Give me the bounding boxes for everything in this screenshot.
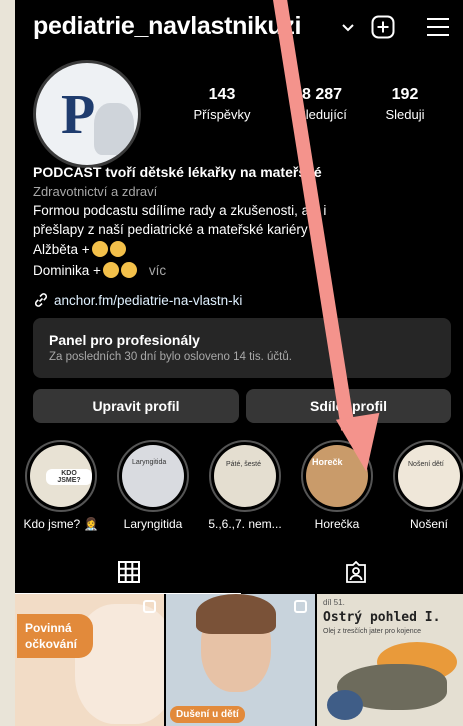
post-title: Povinná očkování <box>17 614 93 658</box>
stat-following-label: Sleduji <box>385 107 425 122</box>
highlight-nemoci[interactable]: Páté, šesté 5.,6.,7. nem... <box>201 440 289 531</box>
multiple-images-icon <box>143 600 156 613</box>
highlight-label: Horečka <box>314 517 360 531</box>
child-emoji-icon <box>120 262 137 278</box>
bio-link-text: anchor.fm/pediatrie-na-vlastn-ki <box>54 292 243 308</box>
stat-following-count: 192 <box>391 86 419 103</box>
highlight-thumbnail: Páté, šesté <box>214 445 276 507</box>
bio-name: PODCAST tvoří dětské lékařky na mateřské <box>33 164 322 180</box>
highlight-ring: Páté, šesté <box>209 440 281 512</box>
menu-icon[interactable] <box>426 16 450 38</box>
highlight-thumbnail: Laryngitida <box>122 445 184 507</box>
panel-title: Panel pro profesionály <box>49 332 200 348</box>
tagged-person-icon[interactable] <box>345 561 367 583</box>
stat-following[interactable]: 192 Sleduji <box>365 86 445 122</box>
bio-more-link[interactable]: víc <box>149 263 166 278</box>
post-thumbnail-duseni[interactable]: Dušení u dětí <box>166 594 315 726</box>
bio-line-3: Alžběta + <box>33 241 126 257</box>
child-emoji-icon <box>102 262 119 278</box>
highlight-label: Laryngitida <box>123 517 183 531</box>
highlight-ring: Laryngitida <box>117 440 189 512</box>
link-icon <box>34 293 48 307</box>
bio-line-1: Formou podcastu sdílíme rady a zkušenost… <box>33 203 327 218</box>
avatar-doll-figure <box>94 103 134 155</box>
highlight-ring: KDO JSME? <box>25 440 97 512</box>
annotation-arrow-head <box>335 412 389 476</box>
bio-line-4-text: Dominika + <box>33 263 101 278</box>
highlight-laryngitida[interactable]: Laryngitida Laryngitida <box>109 440 197 531</box>
highlight-noseni[interactable]: Nošení dětí Nošení <box>385 440 463 531</box>
highlight-thumb-text: KDO JSME? <box>46 469 92 485</box>
edit-profile-button[interactable]: Upravit profil <box>33 389 239 423</box>
panel-subtitle: Za posledních 30 dní bylo osloveno 14 ti… <box>49 351 292 363</box>
highlight-kdo-jsme[interactable]: KDO JSME? Kdo jsme? 👩‍⚕️ <box>17 440 105 531</box>
account-username[interactable]: pediatrie_navlastnikuzi <box>33 12 302 41</box>
baby-emoji-icon <box>91 241 108 257</box>
post-image-hair <box>196 594 276 634</box>
avatar-logo-letter: P <box>61 84 96 146</box>
highlight-thumbnail: Nošení dětí <box>398 445 460 507</box>
post-title: Dušení u dětí <box>170 706 245 723</box>
highlight-thumb-text: Páté, šesté <box>226 461 262 468</box>
post-thumbnail-ockovani[interactable]: Povinná očkování <box>15 594 164 726</box>
post-episode: díl 51. <box>323 598 345 607</box>
highlight-thumb-text: Horečk <box>312 457 343 467</box>
highlight-label: 5.,6.,7. nem... <box>208 517 282 531</box>
top-bar: pediatrie_navlastnikuzi <box>15 0 463 60</box>
chevron-down-icon[interactable] <box>342 24 354 32</box>
highlight-thumb-text: Nošení dětí <box>408 461 444 468</box>
post-image-blob <box>327 690 363 720</box>
profile-avatar[interactable]: P <box>33 60 141 168</box>
stat-posts-label: Příspěvky <box>193 107 251 122</box>
bio-line-3-text: Alžběta + <box>33 242 90 257</box>
grid-icon[interactable] <box>118 561 140 583</box>
professional-dashboard-panel[interactable]: Panel pro profesionály Za posledních 30 … <box>33 318 451 378</box>
stat-posts-count: 143 <box>208 86 236 103</box>
highlight-thumb-text: Laryngitida <box>132 459 167 466</box>
phone-screen: pediatrie_navlastnikuzi P 143 Příspěvky … <box>15 0 463 726</box>
post-subtitle: Olej z tresčích jater pro kojence <box>323 628 422 635</box>
bio-line-2: přešlapy z naší pediatrické a mateřské k… <box>33 222 308 237</box>
bio-link[interactable]: anchor.fm/pediatrie-na-vlastn-ki <box>33 292 242 308</box>
stat-posts[interactable]: 143 Příspěvky <box>177 86 267 122</box>
child-emoji-icon <box>109 241 126 257</box>
create-post-icon[interactable] <box>371 15 395 39</box>
highlight-label: Kdo jsme? 👩‍⚕️ <box>23 517 99 531</box>
highlight-label: Nošení <box>409 517 449 531</box>
bio-line-4: Dominika + víc <box>33 262 166 278</box>
multiple-images-icon <box>294 600 307 613</box>
bio-category: Zdravotnictví a zdraví <box>33 184 158 199</box>
profile-tabs <box>15 551 463 595</box>
highlight-thumbnail: KDO JSME? <box>30 445 92 507</box>
post-title: Ostrý pohled I. <box>323 610 441 625</box>
highlight-ring: Nošení dětí <box>393 440 463 512</box>
post-thumbnail-ostry-pohled[interactable]: díl 51. Ostrý pohled I. Olej z tresčích … <box>317 594 463 726</box>
